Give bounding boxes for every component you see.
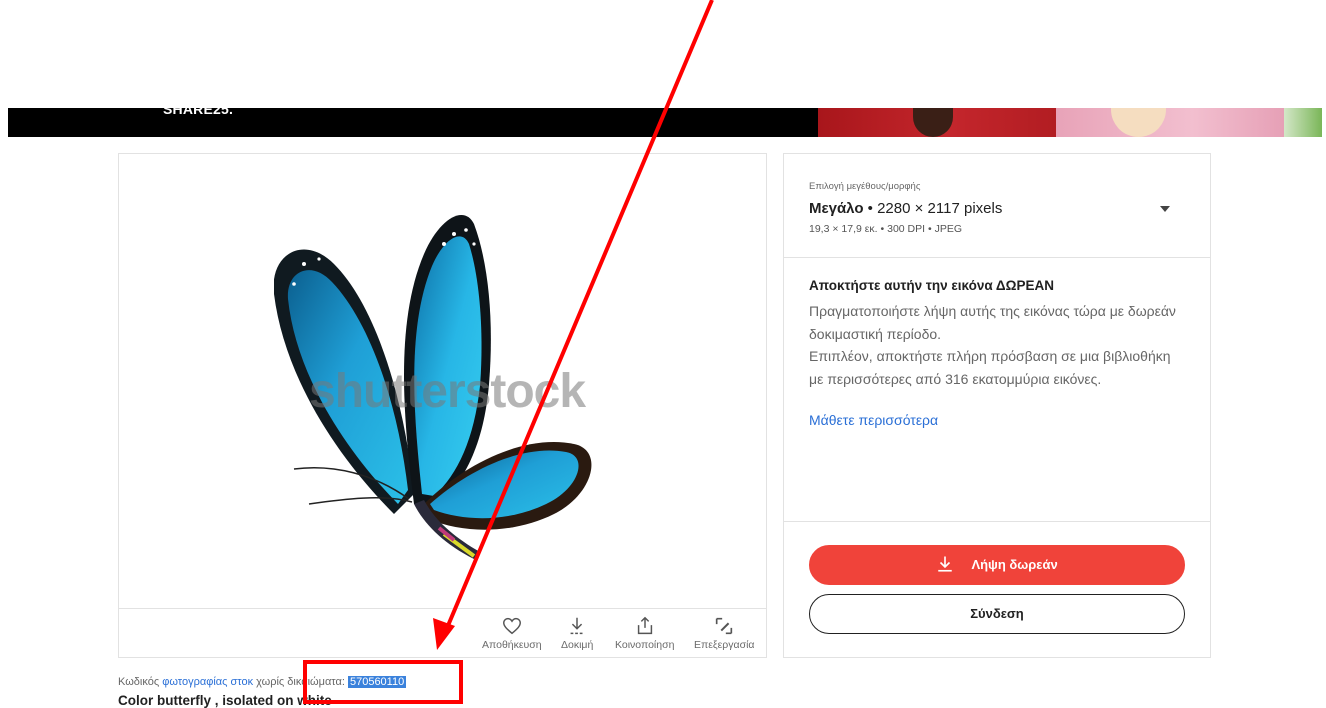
stock-image[interactable]: shutterstock xyxy=(119,154,766,608)
banner-image-1 xyxy=(818,108,1056,137)
edit-button[interactable]: Επεξεργασία xyxy=(694,615,755,651)
banner-image-2 xyxy=(1056,108,1284,137)
image-panel: shutterstock Αποθήκευση Δοκιμή Κοινοποίη… xyxy=(118,153,767,658)
edit-label: Επεξεργασία xyxy=(694,639,755,651)
image-action-bar: Αποθήκευση Δοκιμή Κοινοποίηση Επεξεργασί… xyxy=(119,608,766,658)
size-dimensions: • 2280 × 2117 pixels xyxy=(867,200,1003,217)
free-download-label: Λήψη δωρεάν xyxy=(971,557,1058,572)
size-select-label: Επιλογή μεγέθους/μορφής xyxy=(809,181,921,192)
free-download-button[interactable]: Λήψη δωρεάν xyxy=(809,545,1185,585)
share-icon xyxy=(637,616,652,635)
share-button[interactable]: Κοινοποίηση xyxy=(615,615,674,651)
download-icon xyxy=(938,556,953,572)
preview-label: Δοκιμή xyxy=(561,639,594,651)
free-offer-text: Πραγματοποιήστε λήψη αυτής της εικόνας τ… xyxy=(809,300,1179,390)
preview-download-button[interactable]: Δοκιμή xyxy=(561,615,593,651)
edit-icon xyxy=(716,617,733,635)
share-label: Κοινοποίηση xyxy=(615,639,675,651)
stock-prefix: Κωδικός xyxy=(118,676,163,688)
banner-text: SHARE25. xyxy=(163,108,234,117)
download-preview-icon xyxy=(570,617,584,635)
free-offer-box: Αποκτήστε αυτήν την εικόνα ΔΩΡΕΑΝ Πραγμα… xyxy=(784,257,1210,522)
purchase-panel: Επιλογή μεγέθους/μορφής Μεγάλο • 2280 × … xyxy=(783,153,1211,658)
save-button[interactable]: Αποθήκευση xyxy=(482,615,542,651)
free-offer-line-2: Επιπλέον, αποκτήστε πλήρη πρόσβαση σε μι… xyxy=(809,348,1171,387)
learn-more-link[interactable]: Μάθετε περισσότερα xyxy=(809,412,938,428)
annotation-box xyxy=(303,660,463,704)
login-label: Σύνδεση xyxy=(970,606,1024,621)
size-name: Μεγάλο xyxy=(809,200,864,217)
save-label: Αποθήκευση xyxy=(482,639,542,651)
size-format-select[interactable]: Επιλογή μεγέθους/μορφής Μεγάλο • 2280 × … xyxy=(784,154,1210,258)
free-offer-line-1: Πραγματοποιήστε λήψη αυτής της εικόνας τ… xyxy=(809,303,1176,342)
chevron-down-icon xyxy=(1160,206,1170,212)
free-offer-title: Αποκτήστε αυτήν την εικόνα ΔΩΡΕΑΝ xyxy=(809,278,1054,293)
promo-banner[interactable]: SHARE25. xyxy=(8,108,1322,137)
heart-icon xyxy=(502,617,521,635)
size-select-value: Μεγάλο • 2280 × 2117 pixels xyxy=(809,200,1002,217)
stock-photo-link[interactable]: φωτογραφίας στοκ xyxy=(162,676,253,688)
watermark: shutterstock xyxy=(309,365,586,418)
login-button[interactable]: Σύνδεση xyxy=(809,594,1185,634)
image-caption: Color butterfly , isolated on white xyxy=(118,693,332,708)
size-meta: 19,3 × 17,9 εκ. • 300 DPI • JPEG xyxy=(809,223,962,235)
banner-image-3 xyxy=(1284,108,1322,137)
